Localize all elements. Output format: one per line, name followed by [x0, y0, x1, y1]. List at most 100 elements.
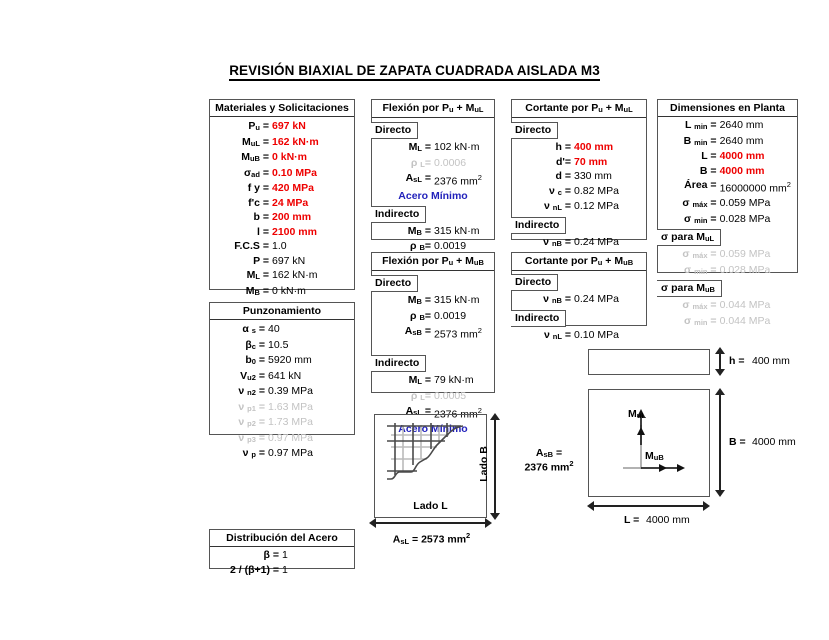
data-row: ν p = 0.97 MPa	[210, 446, 354, 462]
row-label: ρ B=	[410, 309, 431, 322]
row-label: σ min =	[684, 314, 717, 327]
rebar-b-dimension-line	[494, 418, 496, 514]
panel-punzonamiento: Punzonamiento α s = 40 βc = 10.5 b0 = 5920 mm…	[209, 302, 355, 459]
row-value: 1	[282, 563, 288, 576]
row-label: B min =	[683, 134, 717, 147]
rebar-l-dimension-line	[374, 522, 487, 524]
panel-punzonamiento-title: Punzonamiento	[210, 303, 354, 320]
flexion-mul-directo-note: Acero Mínimo	[398, 190, 468, 202]
data-row: ν p2 = 1.73 MPa	[210, 415, 354, 431]
cortante-mub-indirecto-chip-wrap: Indirecto	[511, 308, 646, 328]
row-value: 0.10 MPa	[272, 166, 317, 179]
asl-label: AsL = 2573 mm2	[392, 531, 471, 546]
panel-materiales-title: Materiales y Solicitaciones	[210, 100, 354, 117]
cortante-mul-directo-chip-wrap: Directo	[511, 120, 646, 140]
b-arrow-bottom	[715, 490, 725, 497]
flexion-mul-indirecto-chip: Indirecto	[371, 205, 427, 223]
row-label: ρ L=	[410, 156, 431, 169]
row-label: d'=	[555, 155, 571, 168]
row-label: ML =	[408, 374, 431, 386]
cortante-mub-directo-rows: ν nB = 0.24 MPa	[512, 292, 646, 308]
materiales-rows: Pu = 697 kN MuL = 162 kN·m MuB = 0 kN·m σad = 0…	[210, 117, 354, 333]
document-canvas: REVISIÓN BIAXIAL DE ZAPATA CUADRADA AISL…	[0, 0, 829, 640]
row-label: L min =	[685, 119, 717, 131]
data-row: MuB = 0 kN·m	[210, 150, 354, 166]
mub-arrow-label-text: MuB	[645, 450, 664, 462]
panel-flexion-mub-title: Flexión por Pu + MuB	[372, 253, 494, 271]
flexion-mul-directo-chip-wrap: Directo	[371, 120, 494, 140]
l-arrow-right	[703, 501, 710, 511]
page-title: REVISIÓN BIAXIAL DE ZAPATA CUADRADA AISL…	[0, 63, 829, 81]
row-value: 0 kN·m	[272, 151, 308, 163]
data-row: d = 330 mm	[512, 169, 646, 184]
asb-label-line2: 2376 mm2	[524, 459, 574, 474]
data-row: MB = 0 kN·m	[210, 284, 354, 300]
cortante-mul-indirecto-chip-wrap: Indirecto	[511, 215, 646, 235]
row-value: 0.97 MPa	[268, 431, 313, 444]
flexion-mub-directo-chip: Directo	[371, 275, 419, 292]
data-row: MB = 315 kN·m	[372, 293, 494, 309]
row-label: L =	[701, 150, 717, 162]
data-row: σ máx = 0.044 MPa	[658, 298, 797, 314]
row-label: βc =	[245, 338, 265, 351]
dimensiones-rows: L min = 2640 mm B min = 2640 mm L = 4000 mm B …	[658, 118, 797, 227]
row-value: 0.044 MPa	[719, 314, 771, 327]
sigma-para-mub-chip: σ para MuB	[657, 280, 722, 297]
h-value: 400 mm	[752, 355, 790, 367]
rebar-l-arrow-left	[369, 518, 376, 528]
footing-elevation-view	[588, 349, 710, 375]
data-row: Área = 16000000 mm2	[658, 178, 797, 196]
row-label: P =	[253, 254, 269, 267]
data-row: AsL = 2376 mm2	[372, 171, 494, 189]
l-value: 4000 mm	[646, 514, 690, 526]
data-row: ν c = 0.82 MPa	[512, 184, 646, 200]
flexion-mub-indirecto-chip-wrap: Indirecto	[371, 353, 494, 373]
row-value: 2640 mm	[719, 119, 764, 131]
row-label: ν c =	[549, 184, 571, 197]
row-value: 0.82 MPa	[574, 184, 619, 197]
row-value: 79 kN·m	[434, 374, 474, 386]
cortante-mub-indirecto-rows: ν nL = 0.10 MPa	[512, 328, 646, 344]
row-label: MB =	[407, 294, 431, 306]
data-row: MuL = 162 kN·m	[210, 135, 354, 151]
flexion-mul-directo-rows: ML = 102 kN·m ρ L= 0.0006 AsL = 2376 mm2	[372, 140, 494, 189]
panel-flexion-mul: Flexión por Pu + MuL Directo ML = 102 kN·…	[371, 99, 495, 271]
data-row: f'c = 24 MPa	[210, 196, 354, 211]
panel-cortante-mul: Cortante por Pu + MuL Directo h = 400 mm d…	[511, 99, 647, 248]
sigma-mul-chip-wrap: σ para MuL	[657, 227, 797, 247]
data-row: ν nB = 0.24 MPa	[512, 292, 646, 308]
data-row: ρ L= 0.0005	[372, 389, 494, 405]
data-row: ν n2 = 0.39 MPa	[210, 384, 354, 400]
mul-arrow-label-text: MuL	[628, 408, 646, 420]
rebar-lado-l-label: Lado L	[413, 500, 448, 512]
row-label: ν nL =	[544, 328, 571, 341]
row-value: 641 kN	[268, 369, 302, 382]
panel-distribucion-acero: Distribución del Acero β = 1 2 / (β+1) = 1	[209, 529, 355, 576]
row-label: B =	[699, 164, 717, 177]
rebar-lado-b-label: Lado B	[478, 446, 490, 482]
row-value: 0.028 MPa	[719, 263, 771, 276]
row-label: ML =	[408, 141, 431, 153]
sigma-mub-chip-wrap: σ para MuB	[657, 278, 797, 298]
data-row: ν nL = 0.10 MPa	[512, 328, 646, 344]
row-value: 70 mm	[574, 155, 608, 168]
moment-arrows-svg	[623, 409, 685, 472]
row-value: 697 kN	[272, 120, 306, 132]
cortante-mul-directo-rows: h = 400 mm d'= 70 mm d = 330 mm ν c = 0.82 MPa ν…	[512, 140, 646, 215]
row-label: MB =	[407, 224, 431, 237]
data-row: σ min = 0.028 MPa	[658, 212, 797, 228]
cortante-mul-body: Directo h = 400 mm d'= 70 mm d = 330 mm ν c = 0…	[511, 118, 646, 253]
distribucion-rows: β = 1 2 / (β+1) = 1	[210, 547, 354, 580]
row-value: 1.73 MPa	[268, 416, 313, 428]
l-arrow-left	[587, 501, 594, 511]
row-value: 162 kN·m	[272, 269, 318, 281]
row-value: 0.028 MPa	[719, 212, 771, 225]
row-label: l =	[257, 225, 269, 238]
row-label: σad =	[243, 166, 269, 179]
panel-cortante-mul-title: Cortante por Pu + MuL	[512, 100, 646, 118]
row-value: 5920 mm	[268, 354, 312, 366]
sigma-para-mul-chip: σ para MuL	[657, 229, 722, 246]
l-label: L =	[624, 514, 640, 526]
panel-flexion-mul-title: Flexión por Pu + MuL	[372, 100, 494, 118]
row-value: 162 kN·m	[272, 135, 319, 148]
